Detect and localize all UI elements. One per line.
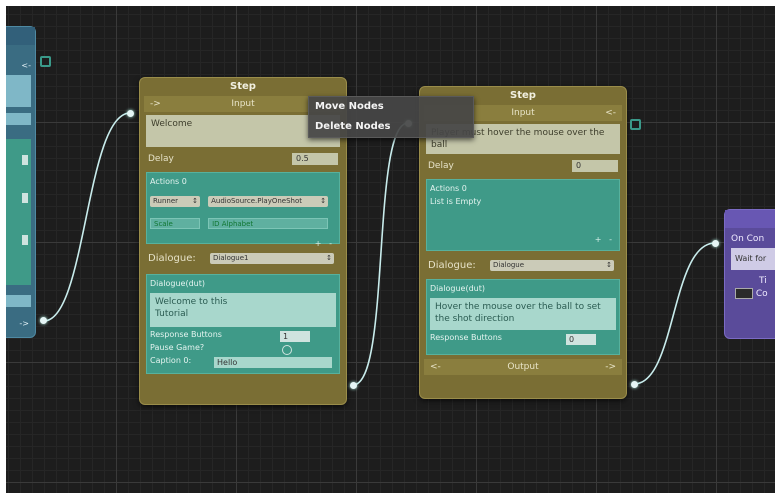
dialogue-text-area[interactable]: Welcome to this Tutorial [150, 293, 336, 327]
dialogue-label: Dialogue: [428, 260, 476, 271]
delay-label: Delay [428, 161, 454, 171]
input-label: Input [511, 108, 535, 118]
step-node-2-actions-list: Actions 0 List is Empty + - [426, 179, 620, 251]
dialogue-dropdown[interactable]: Dialogue ↕ [490, 260, 614, 271]
right-node-checkbox[interactable] [735, 288, 753, 299]
menu-item-delete-nodes[interactable]: Delete Nodes [309, 117, 473, 137]
remove-action-button[interactable]: - [329, 239, 332, 248]
input-arrow: -> [150, 99, 161, 109]
step-node-1-dialogue-box: Dialogue(dut) Welcome to this Tutorial R… [146, 274, 340, 374]
pause-game-row: Pause Game? [150, 343, 336, 356]
response-buttons-field[interactable]: 0 [566, 334, 596, 345]
left-node-stepper[interactable] [22, 155, 28, 165]
dialogue-text-area[interactable]: Hover the mouse over the ball to set the… [430, 298, 616, 330]
actions-add-remove: + - [150, 238, 336, 250]
right-node-input-socket[interactable] [712, 240, 719, 247]
left-node-title-bar [6, 27, 35, 45]
left-node-field [6, 295, 31, 307]
left-node-stepper[interactable] [22, 193, 28, 203]
step-node-2-dialogue-box: Dialogue(dut) Hover the mouse over the b… [426, 279, 620, 355]
left-node-field [6, 75, 31, 107]
output-label: Output [507, 362, 539, 372]
caption-field[interactable]: Hello [214, 357, 332, 368]
left-node-output-socket[interactable] [40, 317, 47, 324]
response-buttons-field[interactable]: 1 [280, 331, 310, 342]
dialogue-box-header: Dialogue(dut) [430, 284, 485, 293]
input-arrow: <- [605, 108, 616, 118]
dialogue-dropdown[interactable]: Dialogue1 ↕ [210, 253, 334, 264]
pause-game-toggle[interactable] [282, 345, 292, 355]
left-node-arrow-in: <- [21, 61, 31, 70]
chevron-updown-icon: ↕ [320, 197, 327, 205]
response-buttons-row: Response Buttons 1 [150, 330, 336, 343]
left-node-field [6, 113, 31, 125]
output-arrow-left: <- [430, 362, 441, 372]
dialogue-box-header: Dialogue(dut) [150, 279, 205, 288]
wire-left-to-step1 [43, 112, 131, 322]
actions-add-remove: + - [430, 234, 616, 246]
node-graph-canvas[interactable]: <- -> Step -> Input Welcome Delay 0.5 Ac… [6, 6, 775, 493]
actions-header: Actions 0 [430, 184, 467, 193]
delay-field[interactable]: 0 [572, 160, 618, 172]
chevron-updown-icon: ↕ [326, 254, 332, 262]
right-node-c-row: Co [725, 286, 775, 299]
menu-item-move-nodes[interactable]: Move Nodes [309, 97, 473, 117]
right-node-t-label: Ti [759, 276, 767, 286]
context-menu: Move Nodes Delete Nodes [308, 96, 474, 138]
wire-step2-to-right [633, 242, 716, 385]
right-node-title-bar [725, 210, 775, 228]
caption-row: Caption 0: Hello [150, 356, 336, 369]
actions-header: Actions 0 [150, 177, 187, 186]
actions-empty-label: List is Empty [430, 197, 482, 206]
remove-action-button[interactable]: - [609, 235, 612, 244]
left-node-arrow-out: -> [19, 319, 29, 328]
dialogue-label: Dialogue: [148, 253, 196, 264]
wire-step1-to-step2 [352, 122, 409, 386]
step-node-1-delay-row: Delay 0.5 [148, 150, 338, 168]
step-node-1-dialogue-row: Dialogue: Dialogue1 ↕ [148, 250, 338, 268]
action-method-dropdown[interactable]: AudioSource.PlayOneShot ↕ [208, 196, 329, 207]
input-label: Input [231, 99, 255, 109]
right-node-field[interactable]: Wait for [731, 248, 775, 270]
connection-wires [43, 112, 716, 386]
step-node-2-delay-row: Delay 0 [428, 157, 618, 175]
action-row-2: Scale ID Alphabet [150, 213, 336, 232]
step-node-2-output-socket[interactable] [631, 381, 638, 388]
action-param-field[interactable]: ID Alphabet [208, 218, 329, 229]
left-node-stepper[interactable] [22, 235, 28, 245]
right-node[interactable]: On Con Wait for Ti Co [724, 209, 775, 339]
step-node-1-output-socket[interactable] [350, 382, 357, 389]
left-node[interactable]: <- -> [6, 26, 36, 338]
action-row-1: Runner ↕ AudioSource.PlayOneShot ↕ [150, 191, 336, 210]
delay-label: Delay [148, 154, 174, 164]
delay-field[interactable]: 0.5 [292, 153, 338, 165]
right-node-port-label: On Con [731, 234, 765, 244]
step-node-2-square-socket[interactable] [630, 119, 641, 130]
chevron-updown-icon: ↕ [606, 261, 612, 269]
left-node-panel [6, 139, 31, 285]
action-target-dropdown[interactable]: Runner ↕ [150, 196, 200, 207]
add-action-button[interactable]: + [595, 235, 602, 244]
step-node-1-input-socket[interactable] [127, 110, 134, 117]
step-node-1-title: Step [230, 81, 256, 92]
left-node-square-socket[interactable] [40, 56, 51, 67]
step-node-2-dialogue-row: Dialogue: Dialogue ↕ [428, 257, 618, 275]
step-node-2-output-port[interactable]: <- Output -> [424, 359, 622, 375]
add-action-button[interactable]: + [315, 239, 322, 248]
action-object-field[interactable]: Scale [150, 218, 200, 229]
step-node-1-actions-list: Actions 0 Runner ↕ AudioSource.PlayOneSh… [146, 172, 340, 248]
chevron-updown-icon: ↕ [192, 197, 198, 205]
response-buttons-row: Response Buttons 0 [430, 333, 616, 346]
output-arrow-right: -> [605, 362, 616, 372]
